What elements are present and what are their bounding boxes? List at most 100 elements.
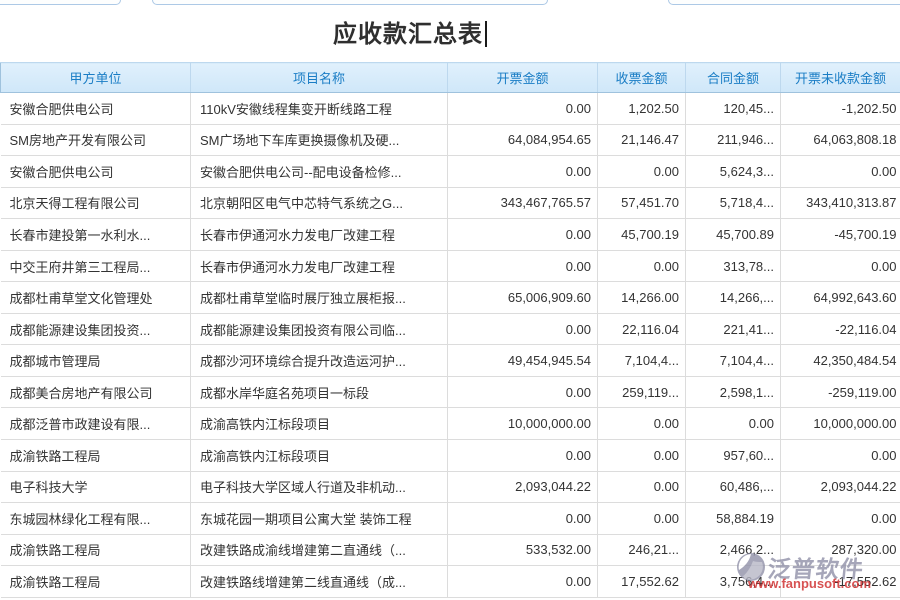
cell-party-a-unit: 北京天得工程有限公司 [1,187,191,219]
cell-invoiced-unpaid-amount: 2,093,044.22 [781,471,900,503]
table-row[interactable]: 安徽合肥供电公司110kV安徽线程集变开断线路工程0.001,202.50120… [1,93,900,125]
cell-contract-amount: 2,466,2... [686,534,781,566]
table-row[interactable]: 长春市建投第一水利水...长春市伊通河水力发电厂改建工程0.0045,700.1… [1,219,900,251]
cell-invoiced-unpaid-amount: 0.00 [781,503,900,535]
column-header-contract-amount[interactable]: 合同金额 [686,63,781,93]
table-body: 安徽合肥供电公司110kV安徽线程集变开断线路工程0.001,202.50120… [1,93,900,598]
cell-project-name: 成都杜甫草堂临时展厅独立展柜报... [191,282,448,314]
cell-party-a-unit: 成都杜甫草堂文化管理处 [1,282,191,314]
cell-invoiced-unpaid-amount: 343,410,313.87 [781,187,900,219]
cell-project-name: 成渝高铁内江标段项目 [191,408,448,440]
receivables-summary-report: 应收款汇总表 甲方单位项目名称开票金额收票金额合同金额开票未收款金额 安徽合肥供… [0,0,900,600]
cell-contract-amount: 957,60... [686,440,781,472]
cutoff-form-field-right[interactable] [668,0,900,5]
cell-received-amount: 22,116.04 [598,313,686,345]
cell-received-amount: 0.00 [598,250,686,282]
cell-project-name: 110kV安徽线程集变开断线路工程 [191,93,448,125]
column-header-invoiced-unpaid-amount[interactable]: 开票未收款金额 [781,63,900,93]
cell-invoiced-amount: 49,454,945.54 [448,345,598,377]
cell-received-amount: 57,451.70 [598,187,686,219]
table-row[interactable]: 中交王府井第三工程局...长春市伊通河水力发电厂改建工程0.000.00313,… [1,250,900,282]
page-title-editable[interactable]: 应收款汇总表 [333,14,487,49]
cell-contract-amount: 221,41... [686,313,781,345]
cell-invoiced-amount: 533,532.00 [448,534,598,566]
column-header-invoiced-amount[interactable]: 开票金额 [448,63,598,93]
table-row[interactable]: 北京天得工程有限公司北京朝阳区电气中芯特气系统之G...343,467,765.… [1,187,900,219]
column-header-project-name[interactable]: 项目名称 [191,63,448,93]
cell-project-name: 长春市伊通河水力发电厂改建工程 [191,219,448,251]
cell-party-a-unit: 电子科技大学 [1,471,191,503]
table-header-row: 甲方单位项目名称开票金额收票金额合同金额开票未收款金额 [1,63,900,93]
cell-invoiced-unpaid-amount: 287,320.00 [781,534,900,566]
cutoff-form-field-left[interactable] [0,0,121,5]
cell-invoiced-unpaid-amount: 0.00 [781,156,900,188]
cell-contract-amount: 3,756,4... [686,566,781,598]
cell-received-amount: 0.00 [598,408,686,440]
cell-contract-amount: 58,884.19 [686,503,781,535]
cell-project-name: 改建铁路成渝线增建第二直通线（... [191,534,448,566]
cell-received-amount: 7,104,4... [598,345,686,377]
cell-invoiced-unpaid-amount: 64,992,643.60 [781,282,900,314]
cell-received-amount: 1,202.50 [598,93,686,125]
cell-project-name: 安徽合肥供电公司--配电设备检修... [191,156,448,188]
table-header: 甲方单位项目名称开票金额收票金额合同金额开票未收款金额 [1,63,900,93]
cell-invoiced-amount: 10,000,000.00 [448,408,598,440]
cell-invoiced-amount: 0.00 [448,503,598,535]
cell-invoiced-amount: 0.00 [448,156,598,188]
cell-invoiced-unpaid-amount: -259,119.00 [781,376,900,408]
column-header-received-amount[interactable]: 收票金额 [598,63,686,93]
cell-contract-amount: 313,78... [686,250,781,282]
cell-party-a-unit: 安徽合肥供电公司 [1,93,191,125]
cell-project-name: 北京朝阳区电气中芯特气系统之G... [191,187,448,219]
table-row[interactable]: 安徽合肥供电公司安徽合肥供电公司--配电设备检修...0.000.005,624… [1,156,900,188]
cell-project-name: 电子科技大学区域人行道及非机动... [191,471,448,503]
cell-invoiced-amount: 0.00 [448,440,598,472]
cell-invoiced-amount: 0.00 [448,93,598,125]
table-row[interactable]: 成都泛普市政建设有限...成渝高铁内江标段项目10,000,000.000.00… [1,408,900,440]
cell-received-amount: 259,119... [598,376,686,408]
cell-invoiced-amount: 0.00 [448,376,598,408]
table-row[interactable]: 成都杜甫草堂文化管理处成都杜甫草堂临时展厅独立展柜报...65,006,909.… [1,282,900,314]
cell-invoiced-unpaid-amount: 10,000,000.00 [781,408,900,440]
cell-project-name: 长春市伊通河水力发电厂改建工程 [191,250,448,282]
cell-contract-amount: 0.00 [686,408,781,440]
cell-invoiced-unpaid-amount: 0.00 [781,440,900,472]
cell-party-a-unit: 成都美合房地产有限公司 [1,376,191,408]
cell-received-amount: 0.00 [598,440,686,472]
table-row[interactable]: 成渝铁路工程局改建铁路线增建第二线直通线（成...0.0017,552.623,… [1,566,900,598]
cell-project-name: 成都能源建设集团投资有限公司临... [191,313,448,345]
cell-party-a-unit: 成渝铁路工程局 [1,534,191,566]
cell-contract-amount: 2,598,1... [686,376,781,408]
cell-invoiced-amount: 343,467,765.57 [448,187,598,219]
title-bar: 应收款汇总表 [0,14,900,49]
cell-contract-amount: 60,486,... [686,471,781,503]
cell-invoiced-unpaid-amount: -17,552.62 [781,566,900,598]
cell-invoiced-amount: 0.00 [448,250,598,282]
column-header-party-a-unit[interactable]: 甲方单位 [1,63,191,93]
cell-invoiced-unpaid-amount: 42,350,484.54 [781,345,900,377]
cell-party-a-unit: 成都泛普市政建设有限... [1,408,191,440]
receivables-table: 甲方单位项目名称开票金额收票金额合同金额开票未收款金额 安徽合肥供电公司110k… [0,62,900,598]
cell-contract-amount: 120,45... [686,93,781,125]
cell-received-amount: 45,700.19 [598,219,686,251]
table-row[interactable]: SM房地产开发有限公司SM广场地下车库更换摄像机及硬...64,084,954.… [1,124,900,156]
table-row[interactable]: 成都能源建设集团投资...成都能源建设集团投资有限公司临...0.0022,11… [1,313,900,345]
table-row[interactable]: 东城园林绿化工程有限...东城花园一期项目公寓大堂 装饰工程0.000.0058… [1,503,900,535]
cell-invoiced-amount: 0.00 [448,219,598,251]
cell-contract-amount: 45,700.89 [686,219,781,251]
cell-project-name: SM广场地下车库更换摄像机及硬... [191,124,448,156]
table-row[interactable]: 成渝铁路工程局成渝高铁内江标段项目0.000.00957,60...0.00 [1,440,900,472]
cell-invoiced-unpaid-amount: -45,700.19 [781,219,900,251]
table-row[interactable]: 成渝铁路工程局改建铁路成渝线增建第二直通线（...533,532.00246,2… [1,534,900,566]
table-row[interactable]: 电子科技大学电子科技大学区域人行道及非机动... 2,093,044.22 0.00… [1,471,900,503]
cell-party-a-unit: 长春市建投第一水利水... [1,219,191,251]
cell-contract-amount: 211,946... [686,124,781,156]
cell-invoiced-amount: 64,084,954.65 [448,124,598,156]
table-row[interactable]: 成都城市管理局成都沙河环境综合提升改造运河护...49,454,945.547,… [1,345,900,377]
cell-invoiced-unpaid-amount: 64,063,808.18 [781,124,900,156]
table-row[interactable]: 成都美合房地产有限公司成都水岸华庭名苑项目一标段0.00259,119...2,… [1,376,900,408]
cell-invoiced-unpaid-amount: 0.00 [781,250,900,282]
cell-party-a-unit: 东城园林绿化工程有限... [1,503,191,535]
cutoff-form-field-middle[interactable] [152,0,548,5]
cell-received-amount: 0.00 [598,471,686,503]
